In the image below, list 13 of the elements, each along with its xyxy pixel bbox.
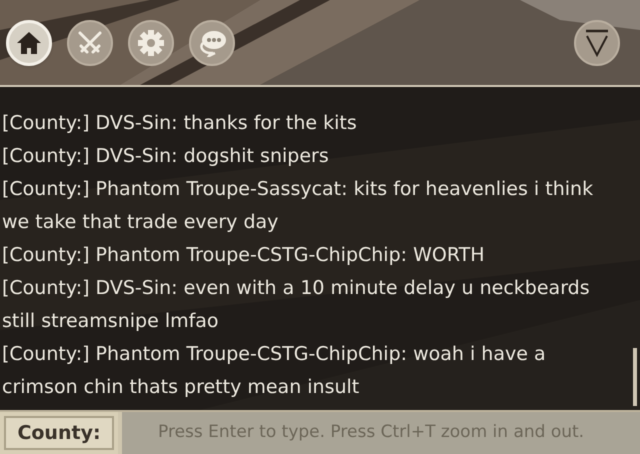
crossed-swords-icon	[76, 28, 104, 56]
scrollbar-thumb[interactable]	[633, 348, 637, 406]
chat-bubble-icon	[197, 28, 227, 56]
chat-message: [County:] DVS-Sin: dogshit snipers	[2, 144, 330, 169]
chat-message: [County:] DVS-Sin: even with a 10 minute delay u neckbeards still streamsnipe lmfao	[2, 276, 591, 334]
chat-message: [County:] Phantom Troupe-Sassycat: kits for heavenlies i think we take that trade every day	[2, 177, 594, 235]
down-triangle-icon	[585, 28, 609, 56]
channel-label: County:	[4, 416, 114, 450]
chat-message: [County:] DVS-Sin: thanks for the kits	[2, 111, 358, 136]
chat-message: [County:] Phantom Troupe-CSTG-ChipChip: WORTH	[2, 243, 486, 268]
settings-icon	[137, 28, 165, 56]
home-icon	[16, 30, 42, 54]
chat-message: [County:] Phantom Troupe-CSTG-ChipChip: woah i have a crimson chin thats pretty mean insult	[2, 342, 547, 400]
